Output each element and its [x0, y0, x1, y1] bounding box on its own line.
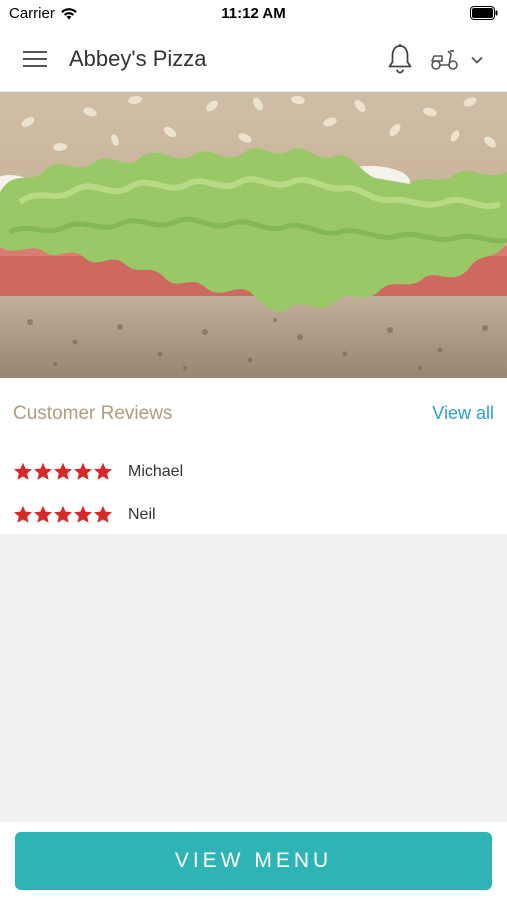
review-item: Neil [13, 505, 156, 524]
customer-reviews-section: Customer Reviews View all Michael Neil [0, 378, 507, 534]
content-background [0, 534, 507, 822]
star-icon [74, 462, 92, 480]
view-all-link[interactable]: View all [432, 403, 494, 424]
star-icon [34, 505, 52, 523]
star-icon [54, 505, 72, 523]
status-time: 11:12 AM [221, 5, 286, 22]
menu-button[interactable] [22, 47, 48, 71]
scooter-icon [431, 50, 458, 70]
hamburger-menu-icon [23, 51, 47, 67]
reviewer-name: Neil [128, 505, 156, 523]
app-header: Abbey's Pizza [0, 26, 507, 92]
footer-bar: VIEW MENU [0, 822, 507, 900]
review-item: Michael [13, 462, 183, 481]
star-icon [94, 462, 112, 480]
star-rating [13, 462, 113, 481]
star-icon [14, 505, 32, 523]
star-icon [74, 505, 92, 523]
reviewer-name: Michael [128, 462, 184, 480]
star-icon [34, 462, 52, 480]
status-bar: Carrier 11:12 AM [0, 0, 507, 26]
battery-icon [470, 6, 498, 25]
bell-icon [388, 44, 412, 74]
page-title: Abbey's Pizza [69, 46, 207, 71]
section-title: Customer Reviews [13, 403, 173, 424]
hero-image [0, 92, 507, 378]
notifications-button[interactable] [386, 43, 414, 75]
chevron-down-icon [471, 56, 483, 64]
star-rating [13, 505, 113, 524]
order-mode-dropdown[interactable] [430, 46, 494, 74]
star-icon [94, 505, 112, 523]
star-icon [54, 462, 72, 480]
view-menu-button[interactable]: VIEW MENU [15, 832, 492, 890]
star-icon [14, 462, 32, 480]
